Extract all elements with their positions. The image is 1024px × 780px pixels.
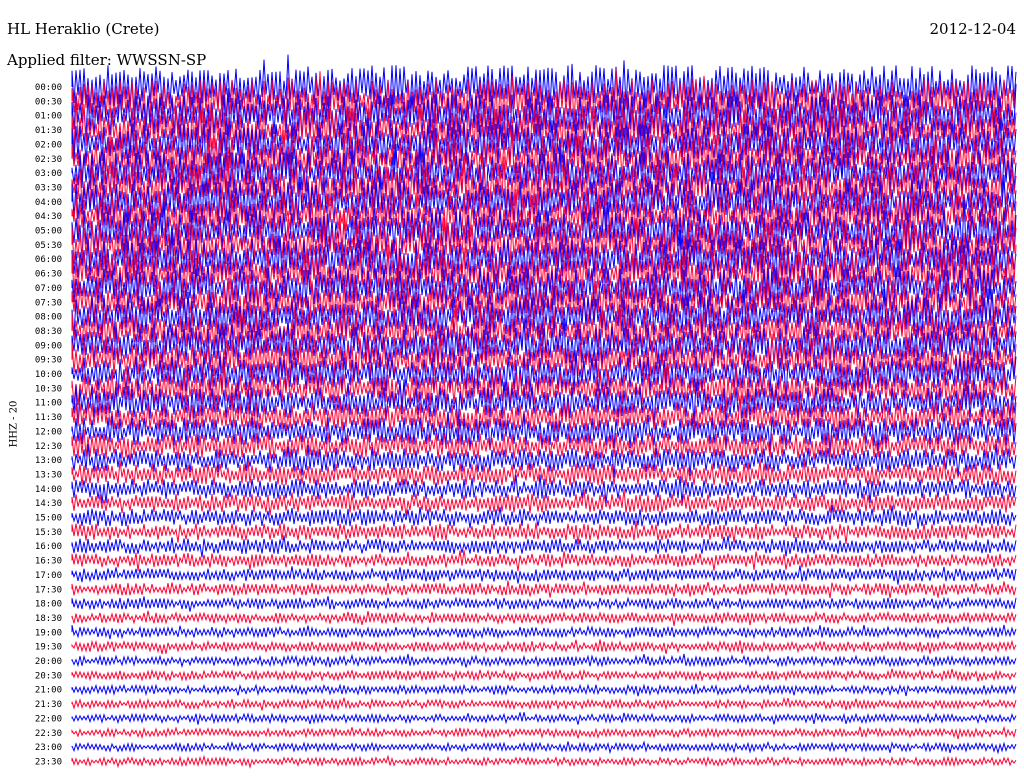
row-label-1600: 16:00 [35, 542, 62, 552]
seismogram-plot: 00:00 00:30 01:00 01:30 02:00 02:30 03:00 03:30… [35, 54, 1017, 770]
row-label-1430: 14:30 [35, 499, 62, 509]
row-label-0000: 00:00 [35, 83, 62, 93]
row-label-0800: 08:00 [35, 313, 62, 323]
row-label-0900: 09:00 [35, 341, 62, 351]
row-label-1800: 18:00 [35, 600, 62, 610]
trace-1730 [71, 580, 1017, 599]
row-label-0100: 01:00 [35, 112, 62, 122]
row-label-2200: 22:00 [35, 714, 62, 724]
row-label-1900: 19:00 [35, 628, 62, 638]
trace-2000 [71, 653, 1017, 669]
row-label-0230: 02:30 [35, 155, 62, 165]
row-label-0300: 03:00 [35, 169, 62, 179]
trace-2100 [71, 683, 1017, 697]
row-label-0130: 01:30 [35, 126, 62, 136]
trace-2230 [71, 725, 1017, 740]
row-label-0030: 00:30 [35, 97, 62, 107]
row-label-0830: 08:30 [35, 327, 62, 337]
row-label-0430: 04:30 [35, 212, 62, 222]
row-label-1230: 12:30 [35, 442, 62, 452]
row-label-0700: 07:00 [35, 284, 62, 294]
row-label-1130: 11:30 [35, 413, 62, 423]
row-label-0400: 04:00 [35, 198, 62, 208]
row-label-1700: 17:00 [35, 571, 62, 581]
trace-2130 [71, 696, 1017, 711]
trace-2030 [71, 668, 1017, 683]
row-label-1330: 13:30 [35, 470, 62, 480]
row-label-1400: 14:00 [35, 485, 62, 495]
row-label-0530: 05:30 [35, 241, 62, 251]
row-label-2300: 23:00 [35, 743, 62, 753]
row-label-0630: 06:30 [35, 270, 62, 280]
trace-layer [71, 54, 1017, 770]
row-label-0500: 05:00 [35, 227, 62, 237]
row-label-0200: 02:00 [35, 140, 62, 150]
row-label-1530: 15:30 [35, 528, 62, 538]
row-label-0600: 06:00 [35, 255, 62, 265]
row-label-2230: 22:30 [35, 729, 62, 739]
trace-1930 [71, 639, 1017, 655]
time-axis: 00:00 00:30 01:00 01:30 02:00 02:30 03:00 03:30… [35, 83, 62, 767]
row-label-1830: 18:30 [35, 614, 62, 624]
row-label-1500: 15:00 [35, 514, 62, 524]
trace-1830 [71, 610, 1017, 627]
row-label-0930: 09:30 [35, 356, 62, 366]
trace-2300 [71, 740, 1017, 755]
row-label-1000: 10:00 [35, 370, 62, 380]
row-label-0330: 03:30 [35, 183, 62, 193]
trace-1700 [71, 565, 1017, 585]
trace-2200 [71, 712, 1017, 725]
trace-1900 [71, 624, 1017, 640]
row-label-1630: 16:30 [35, 557, 62, 567]
row-label-2330: 23:30 [35, 757, 62, 767]
row-label-2030: 20:30 [35, 671, 62, 681]
row-label-1730: 17:30 [35, 585, 62, 595]
row-label-2130: 21:30 [35, 700, 62, 710]
row-label-1030: 10:30 [35, 384, 62, 394]
trace-2330 [71, 754, 1017, 770]
row-label-2100: 21:00 [35, 686, 62, 696]
row-label-0730: 07:30 [35, 298, 62, 308]
trace-1800 [71, 596, 1017, 612]
row-label-1300: 13:00 [35, 456, 62, 466]
row-label-1200: 12:00 [35, 427, 62, 437]
row-label-2000: 20:00 [35, 657, 62, 667]
row-label-1100: 11:00 [35, 399, 62, 409]
row-label-1930: 19:30 [35, 643, 62, 653]
